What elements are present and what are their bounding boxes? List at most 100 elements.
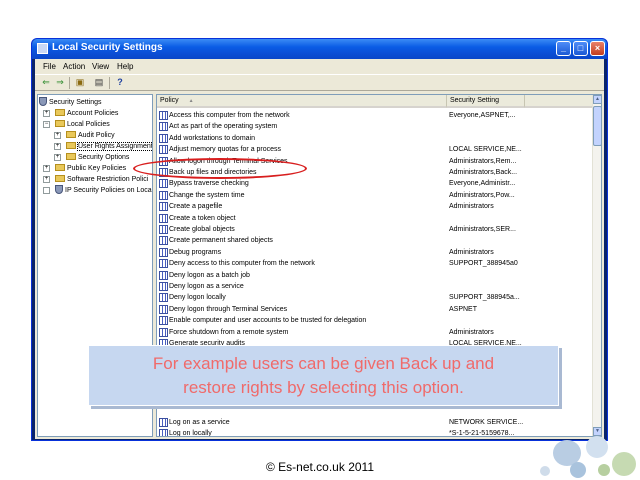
table-row[interactable]: Deny logon locally SUPPORT_388945a... [157,292,597,303]
tree-item-user-rights-assignment[interactable]: + User Rights Assignment [54,141,152,152]
tree-item-security-settings[interactable]: Security Settings [39,97,102,108]
menu-view[interactable]: View [92,62,109,71]
column-header-policy[interactable]: Policy ▲ [157,95,447,108]
policy-name: Add workstations to domain [169,134,255,142]
scroll-down-icon[interactable]: ▼ [593,427,601,436]
security-setting: NETWORK SERVICE... [449,419,524,426]
table-row[interactable]: Deny logon as a batch job [157,270,597,281]
menu-action[interactable]: Action [63,62,85,71]
folder-open-icon [55,120,65,127]
close-button[interactable]: × [590,41,605,56]
table-row[interactable]: Adjust memory quotas for a process LOCAL … [157,144,597,155]
security-setting: Administrators [449,203,494,211]
policy-icon [159,213,168,223]
table-row[interactable]: Create global objects Administrators,SER.… [157,224,597,235]
column-header-blank [525,95,594,108]
vertical-scrollbar[interactable]: ▲ ▼ [592,95,601,436]
menu-help[interactable]: Help [117,62,133,71]
policy-name: Force shutdown from a remote system [169,328,289,336]
menu-bar: File Action View Help [35,59,604,74]
folder-icon [66,131,76,138]
column-header-security-setting[interactable]: Security Setting [447,95,525,108]
table-row[interactable]: Debug programs Administrators [157,247,597,258]
expand-toggle[interactable]: + [54,143,61,150]
policy-name: Enable computer and user accounts to be … [169,317,367,325]
table-row[interactable]: Create a token object [157,213,597,224]
table-row[interactable]: Create permanent shared objects [157,235,597,246]
policy-icon [159,429,168,436]
policy-name: Change the system time [169,191,245,199]
expand-toggle[interactable]: + [43,165,50,172]
folder-icon [55,109,65,116]
table-row[interactable]: Act as part of the operating system [157,121,597,132]
table-row[interactable]: Log on locally *S-1-5-21-5159678... [157,428,597,437]
security-setting: Administrators [449,328,494,336]
tree-item-ip-security[interactable]: IP Security Policies on Loca [43,185,152,196]
security-setting: SUPPORT_388945a0 [449,260,518,268]
policy-icon [159,327,168,337]
expand-toggle[interactable]: + [43,110,50,117]
table-row[interactable]: Deny logon through Terminal Services ASPN… [157,304,597,315]
policy-icon [159,133,168,143]
caption-line-1: For example users can be given Back up a… [152,353,495,373]
table-row[interactable]: Change the system time Administrators,Pow… [157,190,597,201]
menu-file[interactable]: File [43,62,56,71]
security-setting: *S-1-5-21-5159678... [449,430,515,437]
folder-icon [55,175,65,182]
decorative-bubble [570,462,586,478]
expand-toggle[interactable]: + [54,154,61,161]
title-bar[interactable]: Local Security Settings _ □ × [32,39,607,59]
scroll-up-icon[interactable]: ▲ [593,95,601,104]
up-folder-icon[interactable]: ▣ [74,77,86,88]
policy-icon [159,111,168,120]
table-row[interactable]: Access this computer from the network Eve… [157,110,597,121]
policy-name: Log on locally [169,430,212,437]
table-row[interactable]: Log on as a service NETWORK SERVICE... [157,417,597,428]
export-list-icon[interactable]: ▤ [93,77,105,88]
decorative-bubble [612,452,636,476]
security-setting: Administrators,Back... [449,169,518,176]
policy-name: Deny logon as a service [169,283,244,290]
security-setting: Administrators,Rem... [449,157,517,165]
table-row[interactable]: Add workstations to domain [157,133,597,144]
policy-icon [159,282,168,291]
policy-name: Act as part of the operating system [169,123,278,131]
table-row[interactable]: Deny logon as a service [157,281,597,292]
tree-item-public-key-policies[interactable]: + Public Key Policies [43,163,126,174]
security-setting: ASPNET [449,305,478,313]
scroll-thumb[interactable] [593,106,601,146]
expand-toggle[interactable]: + [43,176,50,183]
security-setting: LOCAL SERVICE,NE... [449,146,522,154]
maximize-button[interactable]: □ [573,41,588,56]
collapse-toggle[interactable]: − [43,121,50,128]
slide: Local Security Settings _ □ × File Actio… [0,0,640,480]
expand-toggle[interactable] [43,187,50,194]
decorative-bubble [586,436,608,458]
table-row[interactable]: Deny access to this computer from the ne… [157,258,597,269]
caption-line-2: restore rights by selecting this option. [183,377,464,397]
tree-item-security-options[interactable]: + Security Options [54,152,129,163]
policy-icon [159,293,168,303]
table-row[interactable]: Bypass traverse checking Everyone,Adminis… [157,178,597,189]
tree-item-audit-policy[interactable]: + Audit Policy [54,130,115,141]
table-row[interactable]: Force shutdown from a remote system Admin… [157,327,597,338]
sort-arrow-icon: ▲ [188,98,194,104]
table-row[interactable]: Create a pagefile Administrators [157,201,597,212]
decorative-bubble [598,464,610,476]
expand-toggle[interactable]: + [54,132,61,139]
shield-icon [39,97,47,106]
forward-arrow-icon[interactable]: ⇒ [54,77,66,88]
tree-item-local-policies[interactable]: − Local Policies [43,119,110,130]
folder-icon [55,164,65,171]
minimize-button[interactable]: _ [556,41,571,56]
caption-box: For example users can be given Back up a… [88,345,559,406]
policy-icon [159,259,168,269]
tree-item-account-policies[interactable]: + Account Policies [43,108,118,119]
folder-icon [66,153,76,160]
back-arrow-icon[interactable]: ⇐ [40,77,52,88]
tree-item-software-restriction[interactable]: + Software Restriction Polici [43,174,148,185]
policy-icon [159,304,168,314]
help-icon[interactable]: ? [114,77,126,88]
table-row[interactable]: Enable computer and user accounts to be … [157,315,597,326]
security-setting: Administrators,Pow... [449,191,515,199]
